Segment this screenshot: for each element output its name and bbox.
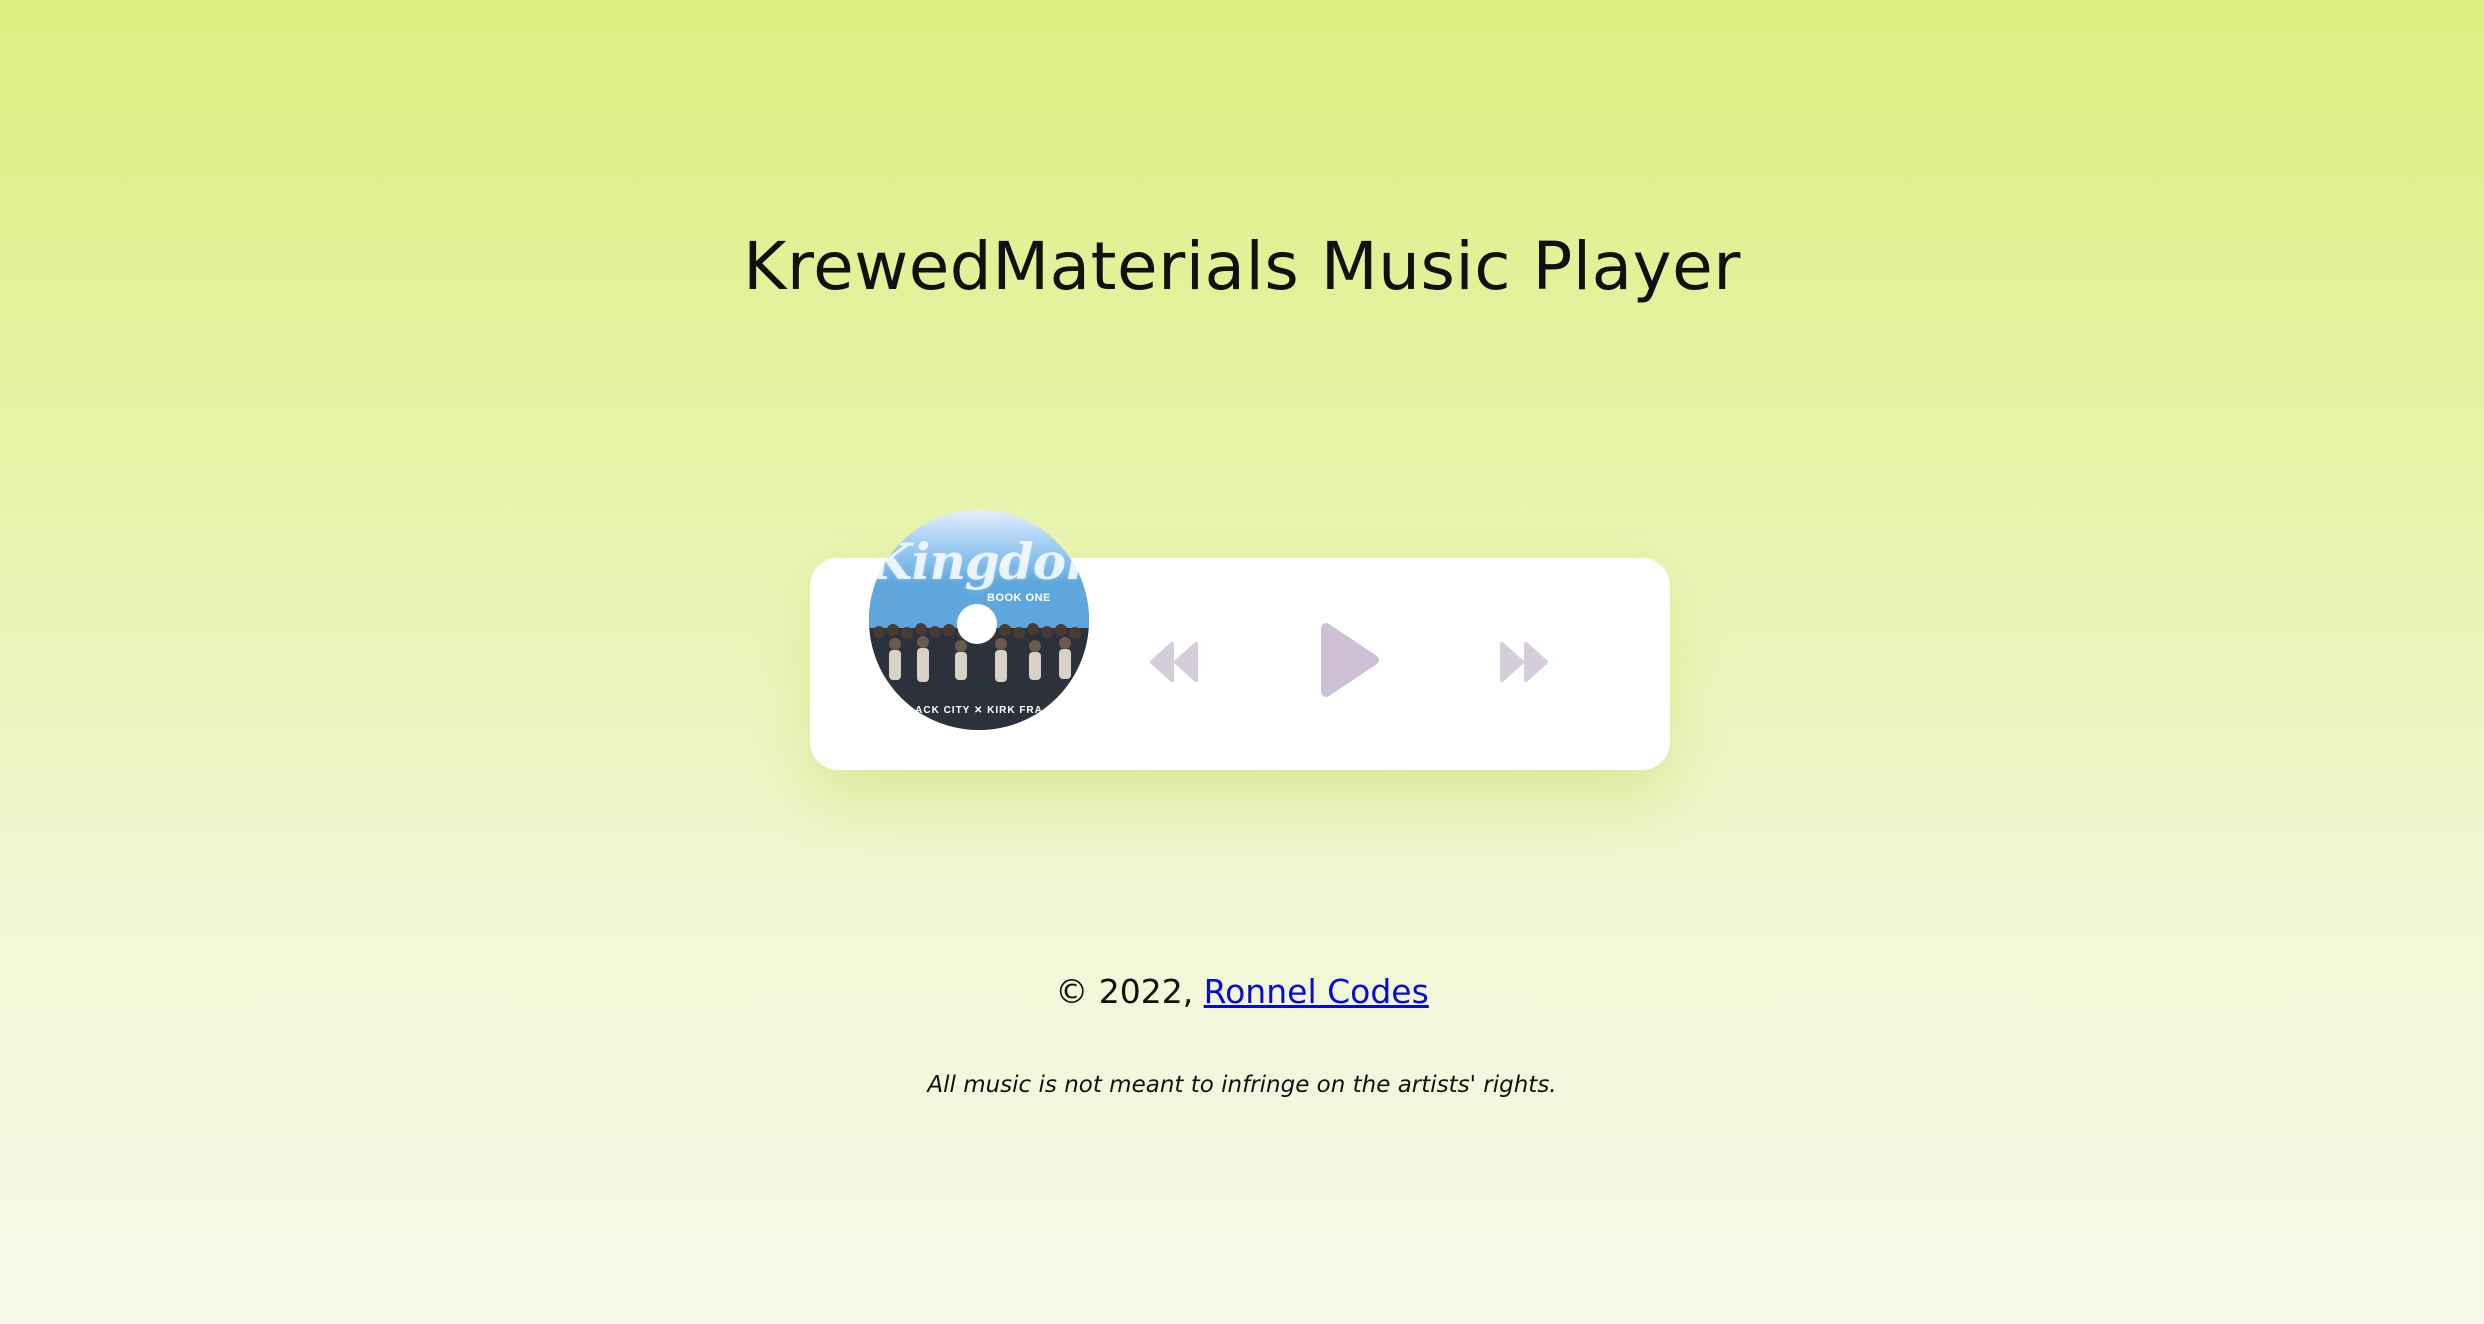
author-link[interactable]: Ronnel Codes [1204,972,1429,1011]
next-track-button[interactable] [1498,640,1550,684]
rewind-icon [1150,642,1198,682]
fast-forward-icon [1500,642,1548,682]
play-button[interactable] [1318,622,1380,698]
album-art-disc: Kingdom BOOK ONE ACK CITY ✕ KIRK FRA [869,510,1089,730]
page-title: KrewedMaterials Music Player [743,228,1741,305]
disc-center-hole [957,604,997,644]
footer-copyright: © 2022, Ronnel Codes [0,970,2484,1014]
album-subtitle-text: BOOK ONE [987,592,1051,604]
copyright-text: © 2022, [1055,972,1204,1011]
previous-track-button[interactable] [1148,640,1200,684]
album-credits-text: ACK CITY ✕ KIRK FRA [915,705,1043,716]
footer-disclaimer: All music is not meant to infringe on th… [927,1072,1557,1098]
play-icon [1321,623,1379,697]
album-title-text: Kingdom [869,532,1089,591]
